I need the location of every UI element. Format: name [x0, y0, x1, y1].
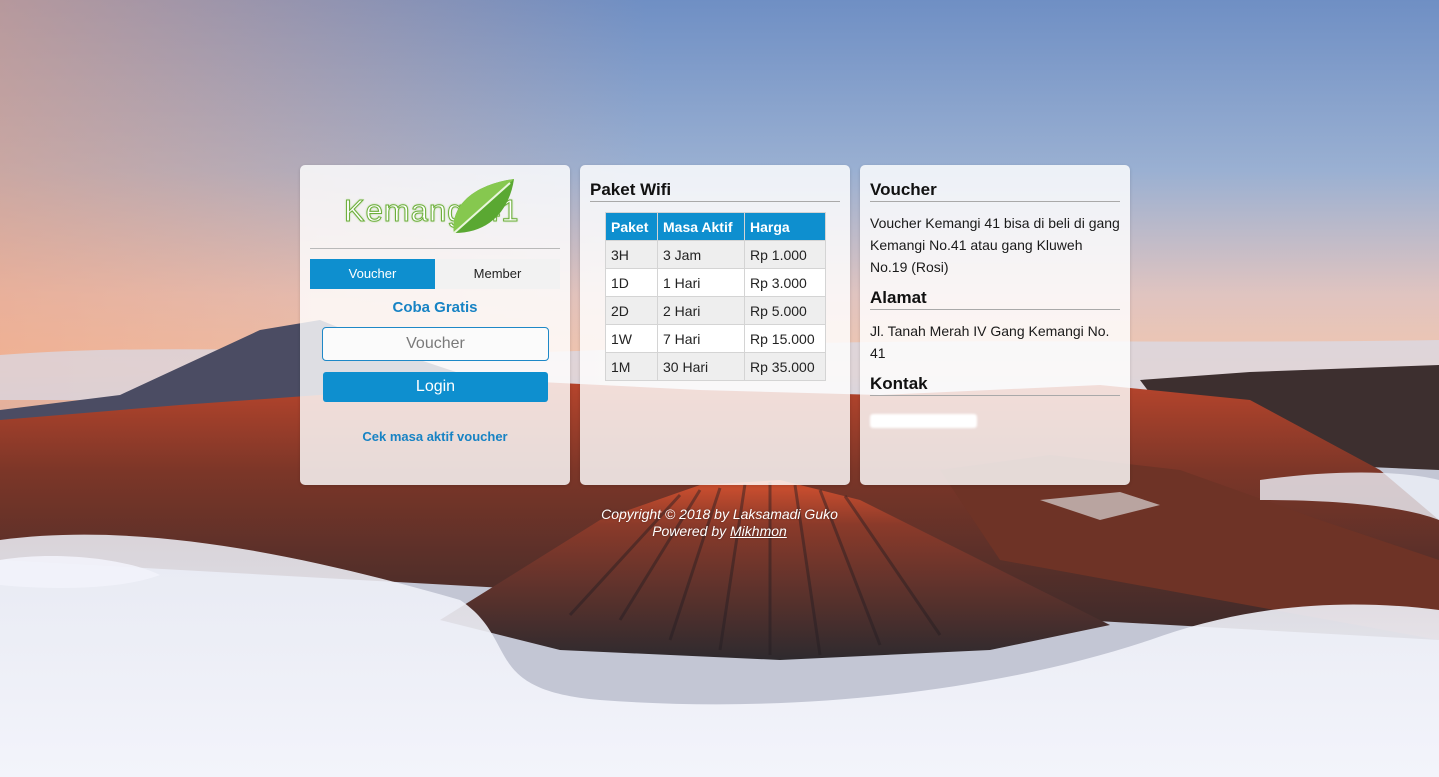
package-duration: 30 Hari: [657, 352, 745, 381]
package-code: 1W: [605, 324, 658, 353]
login-panel: Kemangi 41 Voucher Member Coba Gratis Lo…: [300, 165, 570, 485]
table-row: 1W 7 Hari Rp 15.000: [605, 324, 826, 353]
table-header-row: Paket Masa Aktif Harga: [605, 212, 826, 241]
contact-redacted: [870, 414, 977, 428]
address-section: Alamat Jl. Tanah Merah IV Gang Kemangi N…: [860, 288, 1130, 364]
powered-by-line: Powered by Mikhmon: [0, 523, 1439, 540]
contact-section: Kontak: [860, 374, 1130, 406]
packages-panel: Paket Wifi Paket Masa Aktif Harga 3H 3 J…: [580, 165, 850, 485]
packages-title: Paket Wifi: [590, 180, 840, 202]
package-duration: 7 Hari: [657, 324, 745, 353]
package-price: Rp 1.000: [744, 240, 826, 269]
check-voucher-link[interactable]: Cek masa aktif voucher: [300, 429, 570, 444]
voucher-info-title: Voucher: [870, 180, 1120, 202]
footer: Copyright © 2018 by Laksamadi Guko Power…: [0, 506, 1439, 540]
tab-voucher[interactable]: Voucher: [310, 259, 435, 289]
package-duration: 3 Jam: [657, 240, 745, 269]
column-header-masa-aktif: Masa Aktif: [657, 212, 745, 241]
logo: Kemangi 41: [342, 177, 528, 239]
package-price: Rp 35.000: [744, 352, 826, 381]
column-header-paket: Paket: [605, 212, 658, 241]
table-row: 1D 1 Hari Rp 3.000: [605, 268, 826, 297]
free-trial-link[interactable]: Coba Gratis: [300, 299, 570, 316]
package-price: Rp 5.000: [744, 296, 826, 325]
tab-member[interactable]: Member: [435, 259, 560, 289]
package-code: 1D: [605, 268, 658, 297]
voucher-input[interactable]: [322, 327, 549, 361]
packages-table: Paket Masa Aktif Harga 3H 3 Jam Rp 1.000…: [605, 212, 826, 381]
contact-title: Kontak: [870, 374, 1120, 396]
voucher-info-text: Voucher Kemangi 41 bisa di beli di gang …: [870, 215, 1120, 275]
package-duration: 1 Hari: [657, 268, 745, 297]
leaf-icon: [453, 179, 514, 234]
address-title: Alamat: [870, 288, 1120, 310]
package-code: 1M: [605, 352, 658, 381]
package-price: Rp 15.000: [744, 324, 826, 353]
package-duration: 2 Hari: [657, 296, 745, 325]
package-price: Rp 3.000: [744, 268, 826, 297]
column-header-harga: Harga: [744, 212, 826, 241]
package-code: 2D: [605, 296, 658, 325]
powered-by-label: Powered by: [652, 523, 727, 539]
table-row: 1M 30 Hari Rp 35.000: [605, 352, 826, 381]
login-tabs: Voucher Member: [310, 259, 560, 289]
login-button[interactable]: Login: [323, 372, 548, 402]
table-row: 3H 3 Jam Rp 1.000: [605, 240, 826, 269]
copyright-text: Copyright © 2018 by Laksamadi Guko: [601, 506, 838, 522]
package-code: 3H: [605, 240, 658, 269]
mikhmon-link[interactable]: Mikhmon: [730, 523, 787, 539]
info-panel: Voucher Voucher Kemangi 41 bisa di beli …: [860, 165, 1130, 485]
address-text: Jl. Tanah Merah IV Gang Kemangi No. 41: [870, 323, 1110, 361]
logo-divider: [310, 248, 560, 249]
table-row: 2D 2 Hari Rp 5.000: [605, 296, 826, 325]
voucher-info-section: Voucher Voucher Kemangi 41 bisa di beli …: [860, 180, 1130, 278]
